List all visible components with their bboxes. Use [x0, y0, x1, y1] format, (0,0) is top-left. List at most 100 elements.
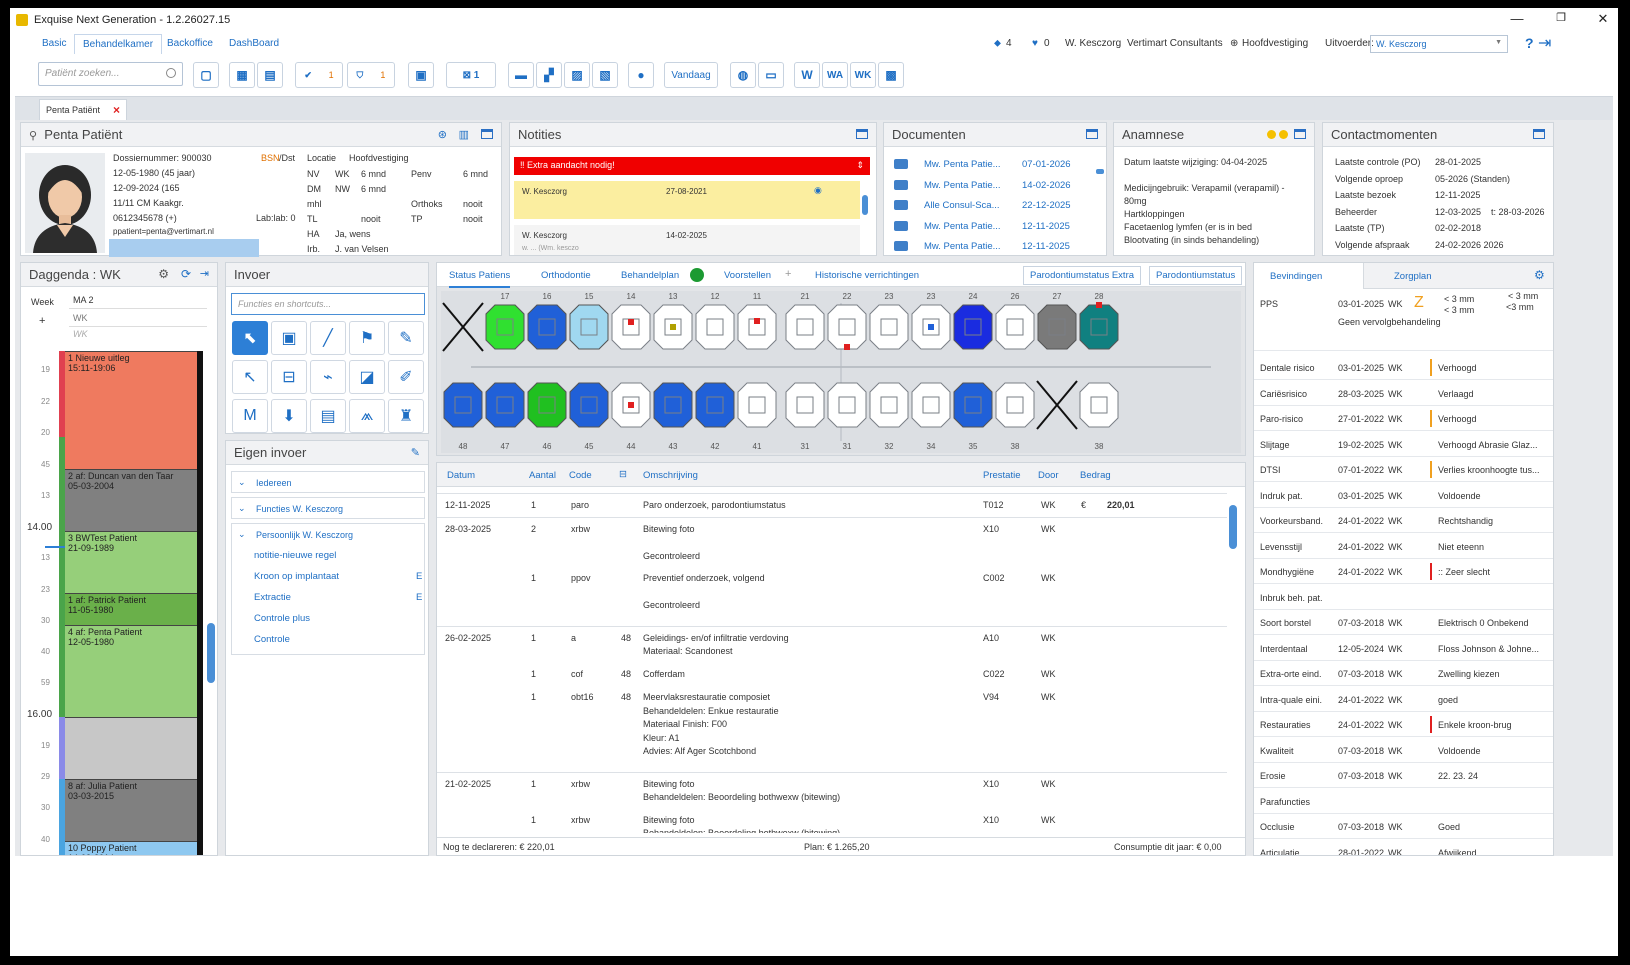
check-button[interactable]: ✔ 1: [295, 62, 343, 88]
help-icon[interactable]: ?: [1525, 35, 1534, 51]
bevinding-row[interactable]: Indruk pat. 03-01-2025 WK Voldoende: [1254, 483, 1553, 508]
document-button[interactable]: ▢: [193, 62, 219, 88]
personal-item[interactable]: Controle plus: [254, 613, 310, 624]
treatment-button[interactable]: ▞: [536, 62, 562, 88]
chat-button[interactable]: ◍: [730, 62, 756, 88]
fracture-icon[interactable]: ⌁: [310, 360, 346, 394]
file-button[interactable]: ▨: [564, 62, 590, 88]
logout-icon[interactable]: ⇥: [1538, 33, 1551, 53]
paro-status-button[interactable]: Parodontiumstatus: [1149, 266, 1243, 285]
gear-icon[interactable]: ⚙: [1534, 268, 1545, 282]
pin-icon[interactable]: ⚲: [29, 130, 37, 142]
maximize-icon[interactable]: [481, 129, 493, 139]
bevinding-row[interactable]: Occlusie 07-03-2018 WK Goed: [1254, 814, 1553, 839]
tab-zorgplan[interactable]: Zorgplan: [1394, 271, 1432, 282]
user-field[interactable]: WK: [69, 311, 207, 327]
pps-row[interactable]: PPS 03-01-2025 WK Z < 3 mm < 3 mm < 3 mm…: [1254, 291, 1553, 351]
calendar-button[interactable]: ▦: [229, 62, 255, 88]
bevinding-row[interactable]: Extra-orte eind. 07-03-2018 WK Zwelling kie…: [1254, 661, 1553, 686]
table-row[interactable]: 1 obt16 48 V94 WK Meervlaksrestauratie compos…: [437, 686, 1227, 764]
document-name[interactable]: Mw. Penta Patie...: [924, 180, 1001, 191]
menu-tab-basic[interactable]: Basic: [42, 38, 66, 49]
bevinding-row[interactable]: Mondhygiëne 24-01-2022 WK:: Zeer slecht: [1254, 559, 1553, 584]
tab-behandelplan[interactable]: Behandelplan: [621, 270, 679, 281]
col-aantal[interactable]: Aantal: [529, 470, 556, 481]
personal-item[interactable]: Controle: [254, 634, 290, 645]
cursor-icon[interactable]: ↖: [232, 360, 268, 394]
scrollbar-thumb[interactable]: [1096, 169, 1104, 174]
bevinding-row[interactable]: DTSI 07-01-2022 WK Verlies kroonhoogte tus.…: [1254, 457, 1553, 482]
clipboard-button[interactable]: ▣: [408, 62, 434, 88]
tab-status-patiens[interactable]: Status Patiens: [449, 270, 511, 288]
pin-icon[interactable]: ⬥: [994, 38, 1001, 49]
uitvoerder-select[interactable]: W. Kesczorg ▼: [1370, 35, 1508, 53]
bsn-label[interactable]: BSN: [261, 153, 280, 163]
personal-item[interactable]: notitie-nieuwe regel: [254, 550, 336, 561]
group-persoonlijk[interactable]: ⌄ Persoonlijk W. Kesczorg notitie-nieuwe…: [231, 523, 425, 655]
bevinding-row[interactable]: Slijtage 19-02-2025 WK Verhoogd Abrasie Gla…: [1254, 432, 1553, 457]
table-row[interactable]: 21-02-2025 1 xrbw X10 WK Bitewing foto Behande…: [437, 771, 1227, 809]
ruler-button[interactable]: ▬: [508, 62, 534, 88]
mark-m-icon[interactable]: M: [232, 399, 268, 433]
crown-icon[interactable]: ◪: [349, 360, 385, 394]
bevinding-row[interactable]: Kwaliteit 07-03-2018 WK Voldoende: [1254, 738, 1553, 763]
table-row[interactable]: 1 cof 48 C022 WK Cofferdam: [437, 663, 1227, 687]
col-datum[interactable]: Datum: [447, 470, 475, 481]
minimize-icon[interactable]: —: [1502, 11, 1532, 26]
week-field[interactable]: MA 2: [69, 293, 207, 309]
gear-icon[interactable]: ⚙: [158, 267, 169, 281]
col-door[interactable]: Door: [1038, 470, 1059, 481]
patient-search-input[interactable]: Patiënt zoeken...: [38, 62, 183, 86]
bevinding-row[interactable]: Voorkeursband. 24-01-2022 WK Rechtshandig: [1254, 508, 1553, 533]
maximize-icon[interactable]: [1533, 129, 1545, 139]
menu-tab-dashboard[interactable]: DashBoard: [229, 38, 279, 49]
brush-icon[interactable]: ✐: [388, 360, 424, 394]
tab-bevindingen[interactable]: Bevindingen: [1254, 263, 1364, 289]
note-item[interactable]: W. Kesczorg 14-02-2025 w. ... (Wm. kescz…: [514, 225, 860, 255]
agenda-scrollbar[interactable]: [207, 623, 215, 683]
bevinding-row[interactable]: Dentale risico 03-01-2025 WK Verhoogd: [1254, 355, 1553, 380]
pointer-icon[interactable]: ⬉: [232, 321, 268, 355]
bevinding-row[interactable]: Intra-quale eini. 24-01-2022 WK goed: [1254, 687, 1553, 712]
bridge-icon[interactable]: ⊟: [271, 360, 307, 394]
appointment-block[interactable]: 3 BWTest Patient 21-09-1989: [65, 531, 197, 593]
bevinding-row[interactable]: Articulatie 28-01-2022 WK Afwijkend: [1254, 840, 1553, 856]
patient-email[interactable]: ppatient=penta@vertimart.nl: [113, 227, 214, 236]
bevinding-row[interactable]: Soort borstel 07-03-2018 WK Elektrisch 0 On…: [1254, 610, 1553, 635]
restore-icon[interactable]: ❐: [1546, 11, 1576, 24]
col-omschrijving[interactable]: Omschrijving: [643, 470, 698, 481]
pin-edit-icon[interactable]: ✎: [411, 446, 420, 459]
appointment-block[interactable]: 1 Nieuwe uitleg 15:11-19:06: [65, 351, 197, 469]
personal-item[interactable]: Kroon op implantaat: [254, 571, 339, 582]
close-tab-icon[interactable]: ×: [113, 103, 120, 117]
add-tab-icon[interactable]: +: [785, 268, 791, 280]
bevinding-row[interactable]: Parafuncties: [1254, 789, 1553, 814]
shield-button[interactable]: ⛉ 1: [347, 62, 395, 88]
today-button[interactable]: Vandaag: [664, 62, 718, 88]
tray-icon[interactable]: ▤: [310, 399, 346, 433]
patient-phone[interactable]: 0612345678 (+): [113, 213, 177, 223]
paro-extra-button[interactable]: Parodontiumstatus Extra: [1023, 266, 1142, 285]
word-wk-button[interactable]: WK: [850, 62, 876, 88]
table-row[interactable]: 26-02-2025 1 a 48 A10 WK Geleidings- en/of inf…: [437, 625, 1227, 663]
image-button[interactable]: ▩: [878, 62, 904, 88]
bevinding-row[interactable]: Levensstijl 24-01-2022 WK Niet eteenn: [1254, 534, 1553, 559]
document-name[interactable]: Alle Consul-Sca...: [924, 200, 1000, 211]
bracket-icon[interactable]: ⚑: [349, 321, 385, 355]
sort-icon[interactable]: ⇕: [856, 160, 864, 171]
group-functies[interactable]: ⌄ Functies W. Kesczorg: [231, 497, 425, 519]
screen-button[interactable]: ▭: [758, 62, 784, 88]
close-icon[interactable]: ✕: [1588, 11, 1618, 27]
schedule-button[interactable]: ▤: [257, 62, 283, 88]
copy-button[interactable]: ▧: [592, 62, 618, 88]
table-row[interactable]: 12-11-2025 1 paro T012 WK €220,01 Paro onderzo…: [437, 493, 1227, 517]
word-wa-button[interactable]: WA: [822, 62, 848, 88]
table-row[interactable]: 1 xrbw X10 WK Bitewing foto Behandeldelen: Be…: [437, 809, 1227, 834]
appointment-block[interactable]: 2 af: Duncan van den Taar 05-03-2004: [65, 469, 197, 531]
current-user[interactable]: W. Kesczorg: [1065, 38, 1121, 49]
element-icon[interactable]: ⊟: [619, 469, 627, 480]
gum-icon[interactable]: ⩕: [349, 399, 385, 433]
maximize-icon[interactable]: [1294, 129, 1306, 139]
document-name[interactable]: Mw. Penta Patie...: [924, 159, 1001, 170]
bevinding-row[interactable]: Interdentaal 12-05-2024 WK Floss Johnson & …: [1254, 636, 1553, 661]
